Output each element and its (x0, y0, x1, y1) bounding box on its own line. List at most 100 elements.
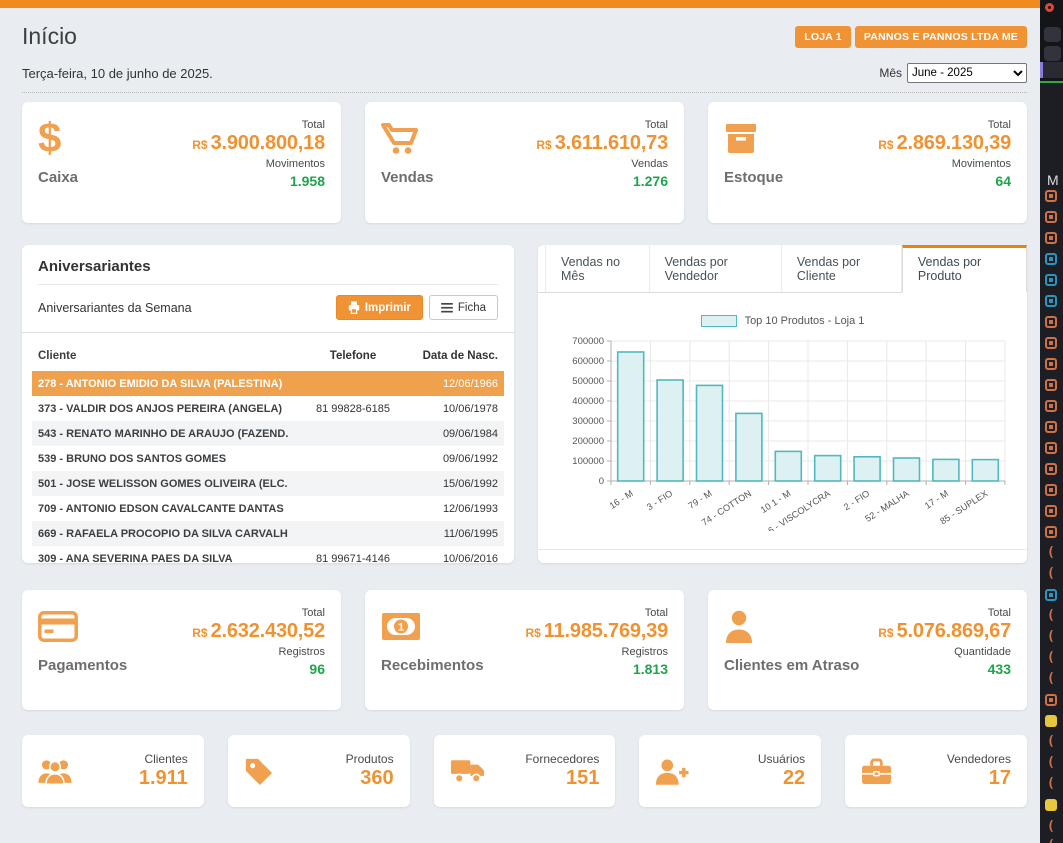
produtos-card[interactable]: Produtos 360 (228, 735, 410, 807)
tab-vendas-por-cliente[interactable]: Vendas por Cliente (782, 245, 902, 292)
birthday-table-row[interactable]: 501 - JOSE WELISSON GOMES OLIVEIRA (ELC.… (32, 471, 504, 496)
bar-chart: 0100000200000300000400000500000600000700… (538, 327, 1027, 536)
panel-subtitle: Aniversariantes da Semana (38, 301, 192, 315)
dashboard-page: { "header": { "title": "Início", "badges… (0, 0, 1063, 843)
svg-text:2 - FIO: 2 - FIO (842, 488, 871, 512)
table-header: Cliente Telefone Data de Nasc. (32, 339, 504, 371)
svg-text:10 1 - M: 10 1 - M (759, 488, 793, 515)
method-symbol-icon[interactable] (1045, 505, 1057, 517)
total-amount: R$2.632.430,52 (192, 620, 325, 643)
birthday-table: Cliente Telefone Data de Nasc. 278 - ANT… (22, 333, 514, 571)
tab-vendas-por-vendedor[interactable]: Vendas por Vendedor (650, 245, 782, 292)
method-symbol-icon[interactable] (1045, 211, 1057, 223)
recebimentos-card[interactable]: 1 Recebimentos Total R$11.985.769,39 Reg… (365, 590, 684, 710)
field-symbol-icon[interactable] (1045, 295, 1057, 307)
method-symbol-icon[interactable] (1045, 526, 1057, 538)
dollar-icon: $ (38, 116, 78, 160)
store-badge[interactable]: LOJA 1 (795, 26, 851, 48)
field-symbol-icon[interactable] (1045, 274, 1057, 286)
tab-fragment (1044, 27, 1061, 42)
method-symbol-icon[interactable] (1045, 484, 1057, 496)
vendedores-card[interactable]: Vendedores 17 (845, 735, 1027, 807)
bar-52 - MALHA (894, 458, 920, 481)
method-symbol-icon[interactable] (1045, 694, 1057, 706)
birthday-table-row[interactable]: 278 - ANTONIO EMIDIO DA SILVA (PALESTINA… (32, 371, 504, 396)
bar-74 - COTTON (736, 413, 762, 481)
estoque-card[interactable]: Estoque Total R$2.869.130,39 Movimentos … (708, 102, 1027, 223)
tab-vendas-no-mes[interactable]: Vendas no Mês (545, 245, 650, 292)
method-symbol-icon[interactable] (1045, 463, 1057, 475)
dotted-divider (22, 92, 1027, 93)
usuarios-card[interactable]: Usuários 22 (639, 735, 821, 807)
count-value: 64 (878, 173, 1011, 189)
birthday-table-row[interactable]: 539 - BRUNO DOS SANTOS GOMES 09/06/1992 (32, 446, 504, 471)
method-symbol-icon[interactable] (1045, 190, 1057, 202)
warning-symbol-icon[interactable] (1045, 799, 1057, 811)
bracket-symbol-icon[interactable]: ( (1047, 736, 1055, 748)
svg-text:500000: 500000 (572, 376, 604, 387)
panel-title: Aniversariantes (38, 245, 498, 285)
svg-text:0: 0 (599, 476, 604, 487)
tab-vendas-por-produto[interactable]: Vendas por Produto (902, 245, 1027, 293)
count-label: Movimentos (192, 158, 325, 170)
total-amount: R$2.869.130,39 (878, 132, 1011, 155)
card-title: Clientes em Atraso (724, 657, 859, 674)
birthday-table-row[interactable]: 373 - VALDIR DOS ANJOS PEREIRA (ANGELA)8… (32, 396, 504, 421)
count-value: 1.813 (525, 661, 668, 677)
mini-label: Clientes (139, 752, 188, 766)
svg-text:700000: 700000 (572, 336, 604, 347)
method-symbol-icon[interactable] (1045, 421, 1057, 433)
vendas-card[interactable]: Vendas Total R$3.611.610,73 Vendas 1.276 (365, 102, 684, 223)
ficha-button[interactable]: Ficha (429, 295, 498, 320)
birthday-table-row[interactable]: 543 - RENATO MARINHO DE ARAUJO (FAZEND..… (32, 421, 504, 446)
method-symbol-icon[interactable] (1045, 400, 1057, 412)
mini-value: 22 (758, 767, 805, 790)
pagamentos-card[interactable]: Pagamentos Total R$2.632.430,52 Registro… (22, 590, 341, 710)
birthday-table-row[interactable]: 709 - ANTONIO EDSON CAVALCANTE DANTAS12/… (32, 496, 504, 521)
user-icon (724, 604, 859, 648)
bracket-symbol-icon[interactable]: ( (1047, 821, 1055, 833)
birthdate-cell: 09/06/1992 (418, 453, 498, 465)
clientes-em-atraso-card[interactable]: Clientes em Atraso Total R$5.076.869,67 … (708, 590, 1027, 710)
total-amount: R$11.985.769,39 (525, 620, 668, 643)
main-window: Início LOJA 1 PANNOS E PANNOS LTDA ME Te… (0, 0, 1040, 843)
bracket-symbol-icon[interactable]: ( (1047, 610, 1055, 622)
cart-icon (381, 116, 434, 160)
bracket-symbol-icon[interactable]: ( (1047, 778, 1055, 790)
list-icon (441, 303, 453, 313)
bracket-symbol-icon[interactable]: ( (1047, 757, 1055, 769)
client-cell: 539 - BRUNO DOS SANTOS GOMES (38, 453, 288, 465)
birthdate-cell: 10/06/2016 (418, 553, 498, 565)
print-button[interactable]: Imprimir (336, 295, 423, 320)
caixa-card[interactable]: $ Caixa Total R$3.900.800,18 Movimentos … (22, 102, 341, 223)
sales-tabs: Vendas no Mês Vendas por Vendedor Vendas… (538, 245, 1027, 293)
client-cell: 501 - JOSE WELISSON GOMES OLIVEIRA (ELC.… (38, 478, 288, 490)
method-symbol-icon[interactable] (1045, 379, 1057, 391)
month-select[interactable]: June - 2025 (907, 63, 1027, 83)
card-title: Recebimentos (381, 657, 484, 674)
bracket-symbol-icon[interactable]: ( (1047, 652, 1055, 664)
bracket-symbol-icon[interactable]: ( (1047, 547, 1055, 559)
card-title: Vendas (381, 169, 434, 186)
method-symbol-icon[interactable] (1045, 358, 1057, 370)
bracket-symbol-icon[interactable]: ( (1047, 673, 1055, 685)
svg-text:16 - M: 16 - M (608, 488, 635, 511)
clientes-card[interactable]: Clientes 1.911 (22, 735, 204, 807)
fornecedores-card[interactable]: Fornecedores 151 (434, 735, 616, 807)
bracket-symbol-icon[interactable]: ( (1047, 568, 1055, 580)
company-badge[interactable]: PANNOS E PANNOS LTDA ME (855, 26, 1027, 48)
method-symbol-icon[interactable] (1045, 337, 1057, 349)
field-symbol-icon[interactable] (1045, 253, 1057, 265)
method-symbol-icon[interactable] (1045, 232, 1057, 244)
field-symbol-icon[interactable] (1045, 589, 1057, 601)
method-symbol-icon[interactable] (1045, 442, 1057, 454)
bar-3 - FIO (657, 380, 683, 481)
count-value: 1.958 (192, 173, 325, 189)
method-symbol-icon[interactable] (1045, 316, 1057, 328)
bracket-symbol-icon[interactable]: ( (1047, 631, 1055, 643)
birthday-table-row[interactable]: 309 - ANA SEVERINA PAES DA SILVA81 99671… (32, 546, 504, 571)
birthday-table-row[interactable]: 669 - RAFAELA PROCOPIO DA SILVA CARVALHO… (32, 521, 504, 546)
warning-symbol-icon[interactable] (1045, 715, 1057, 727)
count-value: 1.276 (536, 173, 668, 189)
tag-icon (244, 757, 273, 786)
